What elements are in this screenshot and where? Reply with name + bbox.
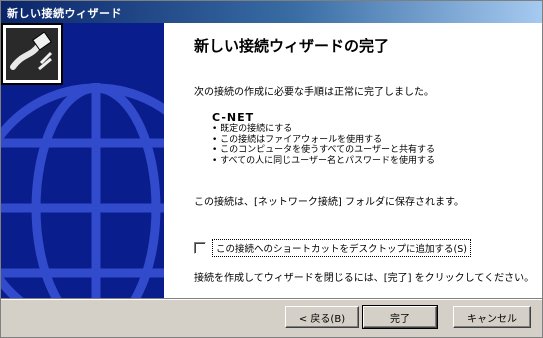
list-item: この接続はファイアウォールを使用する <box>212 135 435 146</box>
title-bar[interactable]: 新しい接続ウィザード <box>1 1 542 23</box>
connection-name: C-NET <box>212 111 255 124</box>
wizard-content: 新しい接続ウィザードの完了 次の接続の作成に必要な手順は正常に完了しました。 C… <box>164 23 542 298</box>
window-title: 新しい接続ウィザード <box>7 7 122 20</box>
finish-button[interactable]: 完了 <box>362 305 438 329</box>
shortcut-option: この接続へのショートカットをデスクトップに追加する(S) <box>194 239 471 257</box>
finish-note: 接続を作成してウィザードを閉じるには、[完了] をクリックしてください。 <box>194 273 535 284</box>
cancel-button[interactable]: キャンセル <box>453 306 531 328</box>
shortcut-checkbox-label[interactable]: この接続へのショートカットをデスクトップに追加する(S) <box>212 239 471 257</box>
network-cable-icon <box>1 23 63 85</box>
back-button[interactable]: < 戻る(B) <box>285 306 359 328</box>
divider <box>1 298 542 300</box>
connection-options-list: 既定の接続にする この接続はファイアウォールを使用する このコンピュータを使うす… <box>212 124 435 166</box>
intro-text: 次の接続の作成に必要な手順は正常に完了しました。 <box>194 87 434 98</box>
list-item: このコンピュータを使うすべてのユーザーと共有する <box>212 145 435 156</box>
saved-note: この接続は、[ネットワーク接続] フォルダに保存されます。 <box>194 197 464 208</box>
list-item: 既定の接続にする <box>212 124 435 135</box>
wizard-window: 新しい接続ウィザード 新しい接続ウィザードの完了 次の接続の作成に必要な手順は正… <box>0 0 543 338</box>
page-title: 新しい接続ウィザードの完了 <box>194 37 390 55</box>
list-item: すべての人に同じユーザー名とパスワードを使用する <box>212 156 435 167</box>
wizard-banner <box>1 23 164 298</box>
shortcut-checkbox[interactable] <box>194 242 206 254</box>
